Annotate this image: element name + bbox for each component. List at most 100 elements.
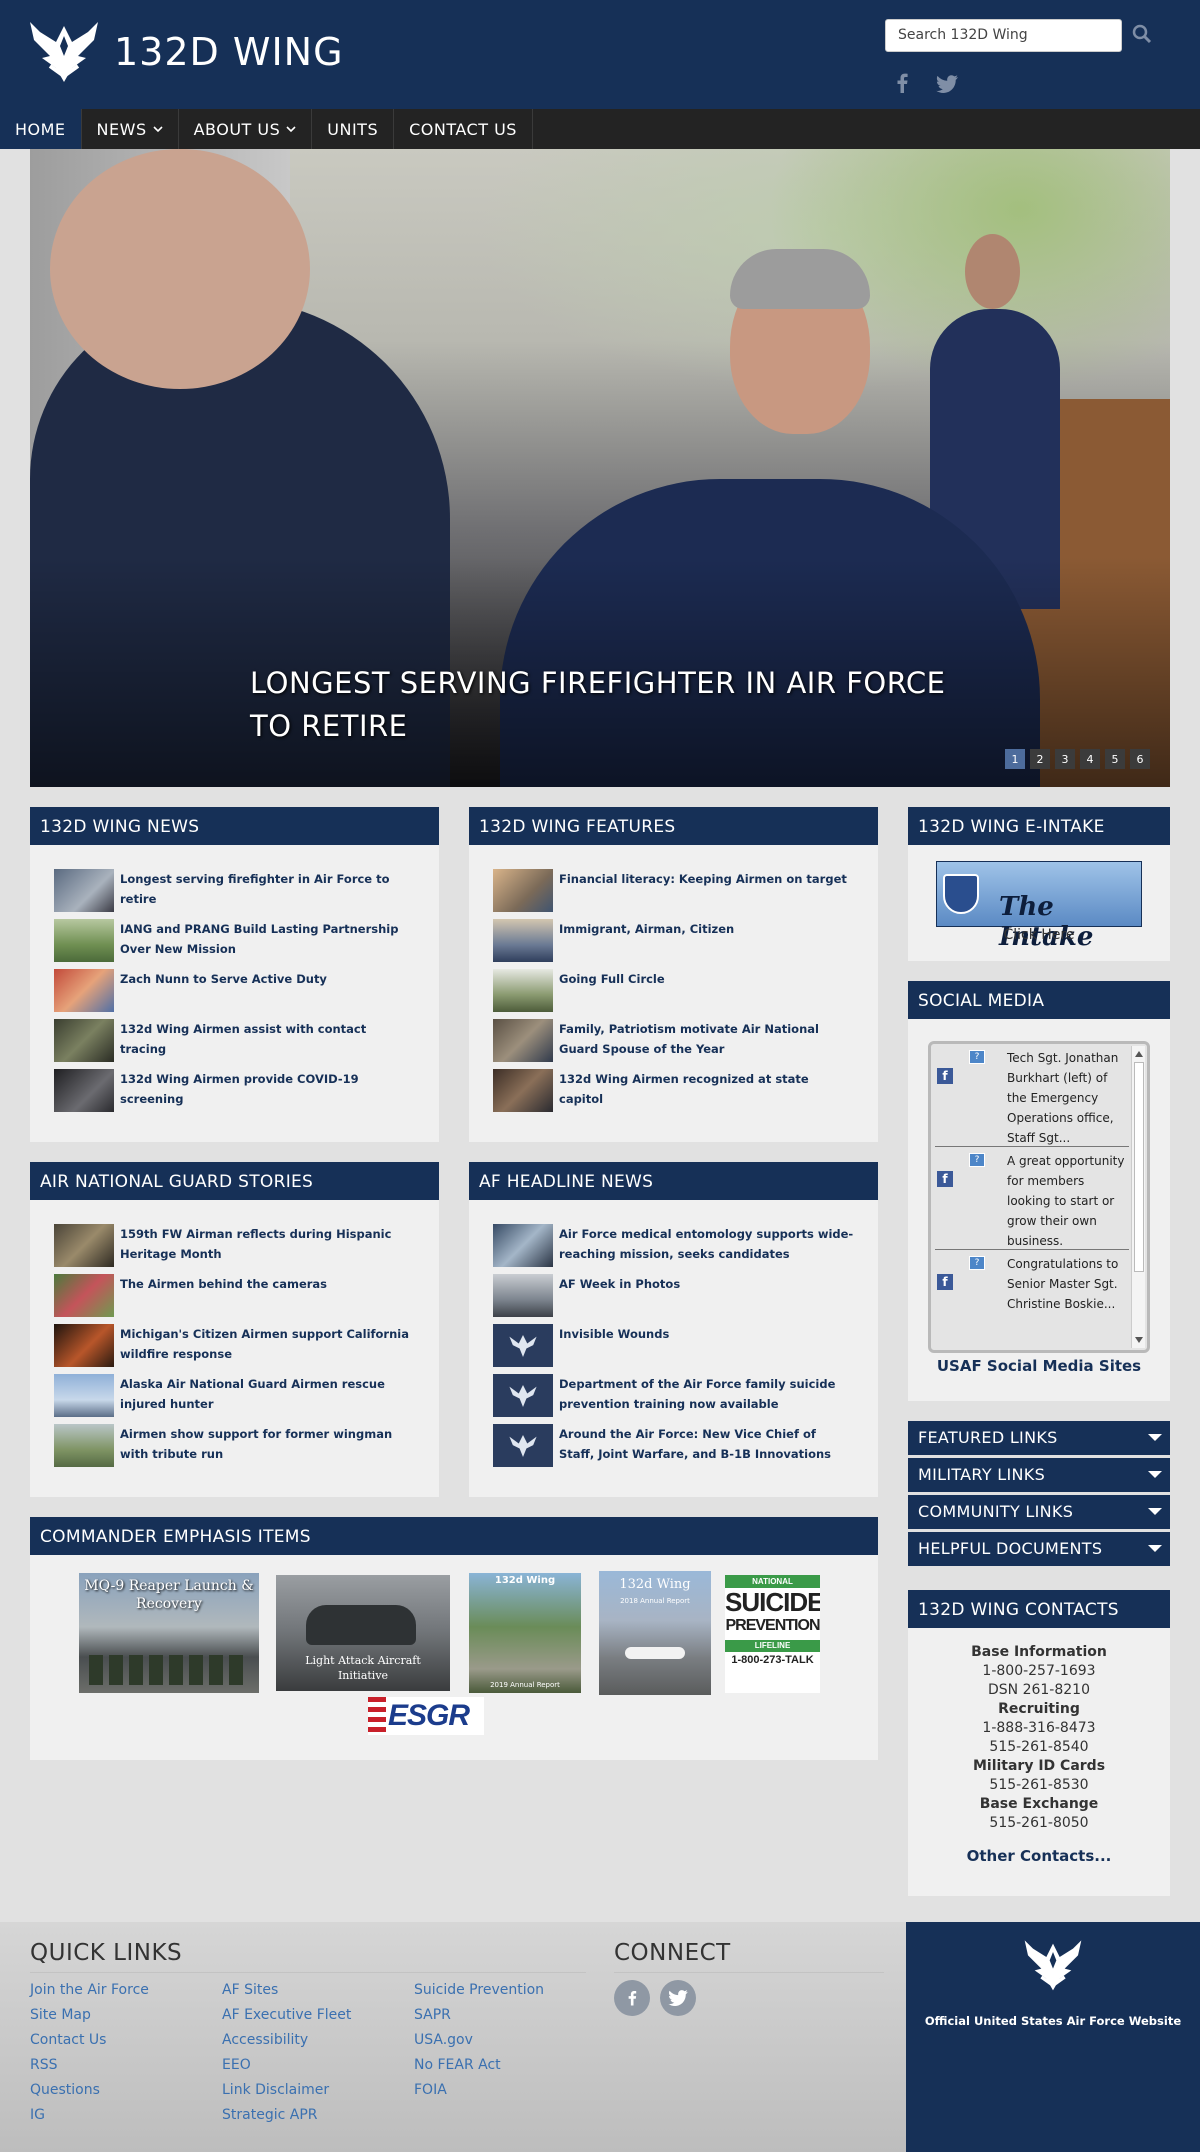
scroll-down-icon[interactable] — [1134, 1336, 1144, 1344]
footer-link[interactable]: No FEAR Act — [414, 2057, 501, 2073]
news-thumbnail[interactable] — [54, 1374, 114, 1417]
twitter-icon[interactable] — [936, 75, 958, 93]
intake-click-link[interactable]: Click Here — [908, 927, 1170, 943]
news-thumbnail[interactable] — [493, 969, 553, 1012]
news-item[interactable]: Michigan's Citizen Airmen support Califo… — [54, 1324, 415, 1374]
news-link[interactable]: Financial literacy: Keeping Airmen on ta… — [559, 869, 847, 889]
news-link[interactable]: Zach Nunn to Serve Active Duty — [120, 969, 327, 989]
news-thumbnail[interactable] — [493, 1324, 553, 1367]
news-item[interactable]: 132d Wing Airmen provide COVID-19 screen… — [54, 1069, 415, 1119]
news-item[interactable]: Going Full Circle — [493, 969, 854, 1019]
news-link[interactable]: Longest serving firefighter in Air Force… — [120, 869, 415, 909]
footer-link[interactable]: SAPR — [414, 2007, 451, 2023]
news-item[interactable]: Alaska Air National Guard Airmen rescue … — [54, 1374, 415, 1424]
news-item[interactable]: Department of the Air Force family suici… — [493, 1374, 854, 1424]
carousel-dot[interactable]: 2 — [1030, 749, 1050, 769]
news-link[interactable]: IANG and PRANG Build Lasting Partnership… — [120, 919, 415, 959]
contact-phone[interactable]: 515-261-8530 — [908, 1776, 1170, 1795]
search-input[interactable]: Search 132D Wing — [885, 19, 1122, 52]
scroll-thumb[interactable] — [1134, 1062, 1144, 1272]
news-thumbnail[interactable] — [54, 969, 114, 1012]
social-scrollbar[interactable] — [1131, 1046, 1145, 1348]
news-link[interactable]: Going Full Circle — [559, 969, 665, 989]
footer-link[interactable]: AF Sites — [222, 1982, 278, 1998]
footer-link[interactable]: USA.gov — [414, 2032, 473, 2048]
news-item[interactable]: Longest serving firefighter in Air Force… — [54, 869, 415, 919]
annual-report-2019-link[interactable]: 132d Wing 2019 Annual Report — [469, 1573, 581, 1693]
news-link[interactable]: The Airmen behind the cameras — [120, 1274, 327, 1294]
nav-units[interactable]: UNITS — [312, 109, 395, 149]
news-item[interactable]: AF Week in Photos — [493, 1274, 854, 1324]
news-link[interactable]: 159th FW Airman reflects during Hispanic… — [120, 1224, 415, 1264]
news-item[interactable]: The Airmen behind the cameras — [54, 1274, 415, 1324]
footer-link[interactable]: AF Executive Fleet — [222, 2007, 351, 2023]
other-contacts-link[interactable]: Other Contacts... — [908, 1847, 1170, 1866]
footer-link[interactable]: EEO — [222, 2057, 251, 2073]
news-link[interactable]: Invisible Wounds — [559, 1324, 669, 1344]
news-item[interactable]: Airmen show support for former wingman w… — [54, 1424, 415, 1474]
contact-phone[interactable]: 1-800-257-1693 — [908, 1662, 1170, 1681]
news-link[interactable]: 132d Wing Airmen assist with contact tra… — [120, 1019, 415, 1059]
social-post[interactable]: f ? Congratulations to Senior Master Sgt… — [935, 1250, 1129, 1350]
news-link[interactable]: Alaska Air National Guard Airmen rescue … — [120, 1374, 415, 1414]
nav-contact-us[interactable]: CONTACT US — [394, 109, 533, 149]
intake-banner[interactable]: The Intake — [936, 861, 1142, 952]
official-af-block[interactable]: Official United States Air Force Website — [906, 1922, 1200, 2152]
news-item[interactable]: 159th FW Airman reflects during Hispanic… — [54, 1224, 415, 1274]
news-thumbnail[interactable] — [493, 919, 553, 962]
hero-caption[interactable]: LONGEST SERVING FIREFIGHTER IN AIR FORCE… — [250, 662, 970, 748]
news-thumbnail[interactable] — [493, 1274, 553, 1317]
news-item[interactable]: Invisible Wounds — [493, 1324, 854, 1374]
carousel-dot[interactable]: 4 — [1080, 749, 1100, 769]
news-item[interactable]: Financial literacy: Keeping Airmen on ta… — [493, 869, 854, 919]
contact-phone[interactable]: DSN 261-8210 — [908, 1681, 1170, 1700]
contact-phone[interactable]: 515-261-8050 — [908, 1814, 1170, 1833]
news-thumbnail[interactable] — [493, 1424, 553, 1467]
footer-link[interactable]: Accessibility — [222, 2032, 308, 2048]
news-thumbnail[interactable] — [54, 919, 114, 962]
suicide-prevention-link[interactable]: NATIONAL SUICIDE PREVENTION LIFELINE 1-8… — [725, 1575, 820, 1693]
carousel-dot[interactable]: 1 — [1005, 749, 1025, 769]
news-thumbnail[interactable] — [54, 1069, 114, 1112]
news-item[interactable]: Immigrant, Airman, Citizen — [493, 919, 854, 969]
nav-about-us[interactable]: ABOUT US — [179, 109, 313, 149]
footer-link[interactable]: Questions — [30, 2082, 100, 2098]
news-item[interactable]: Family, Patriotism motivate Air National… — [493, 1019, 854, 1069]
mq9-reaper-link[interactable]: MQ-9 Reaper Launch & Recovery — [79, 1573, 259, 1693]
social-feed[interactable]: f ? Tech Sgt. Jonathan Burkhart (left) o… — [928, 1041, 1150, 1353]
news-link[interactable]: Air Force medical entomology supports wi… — [559, 1224, 854, 1264]
social-post[interactable]: f ? Tech Sgt. Jonathan Burkhart (left) o… — [935, 1044, 1129, 1147]
news-item[interactable]: Air Force medical entomology supports wi… — [493, 1224, 854, 1274]
footer-link[interactable]: Join the Air Force — [30, 1982, 149, 1998]
esgr-link[interactable]: ESGR — [368, 1697, 484, 1735]
news-item[interactable]: 132d Wing Airmen recognized at state cap… — [493, 1069, 854, 1119]
helpful-documents-toggle[interactable]: HELPFUL DOCUMENTS — [908, 1532, 1170, 1566]
footer-facebook-button[interactable] — [614, 1980, 650, 2016]
nav-home[interactable]: HOME — [0, 109, 82, 149]
news-link[interactable]: Around the Air Force: New Vice Chief of … — [559, 1424, 854, 1464]
military-links-toggle[interactable]: MILITARY LINKS — [908, 1458, 1170, 1492]
news-item[interactable]: Zach Nunn to Serve Active Duty — [54, 969, 415, 1019]
search-icon[interactable] — [1132, 24, 1152, 44]
featured-links-toggle[interactable]: FEATURED LINKS — [908, 1421, 1170, 1455]
contact-phone[interactable]: 1-888-316-8473 — [908, 1719, 1170, 1738]
air-force-logo-icon[interactable] — [28, 22, 100, 86]
footer-link[interactable]: FOIA — [414, 2082, 447, 2098]
footer-link[interactable]: RSS — [30, 2057, 58, 2073]
community-links-toggle[interactable]: COMMUNITY LINKS — [908, 1495, 1170, 1529]
footer-link[interactable]: Link Disclaimer — [222, 2082, 329, 2098]
carousel-dot[interactable]: 5 — [1105, 749, 1125, 769]
news-link[interactable]: Airmen show support for former wingman w… — [120, 1424, 415, 1464]
nav-news[interactable]: NEWS — [82, 109, 179, 149]
news-thumbnail[interactable] — [493, 1224, 553, 1267]
footer-twitter-button[interactable] — [660, 1980, 696, 2016]
news-item[interactable]: IANG and PRANG Build Lasting Partnership… — [54, 919, 415, 969]
light-attack-link[interactable]: Light Attack Aircraft Initiative — [276, 1575, 450, 1691]
footer-link[interactable]: IG — [30, 2107, 45, 2123]
site-title[interactable]: 132D WING — [114, 30, 344, 74]
news-thumbnail[interactable] — [54, 869, 114, 912]
news-link[interactable]: Michigan's Citizen Airmen support Califo… — [120, 1324, 415, 1364]
news-link[interactable]: Immigrant, Airman, Citizen — [559, 919, 734, 939]
usaf-social-link[interactable]: USAF Social Media Sites — [908, 1357, 1170, 1375]
footer-link[interactable]: Strategic APR — [222, 2107, 317, 2123]
